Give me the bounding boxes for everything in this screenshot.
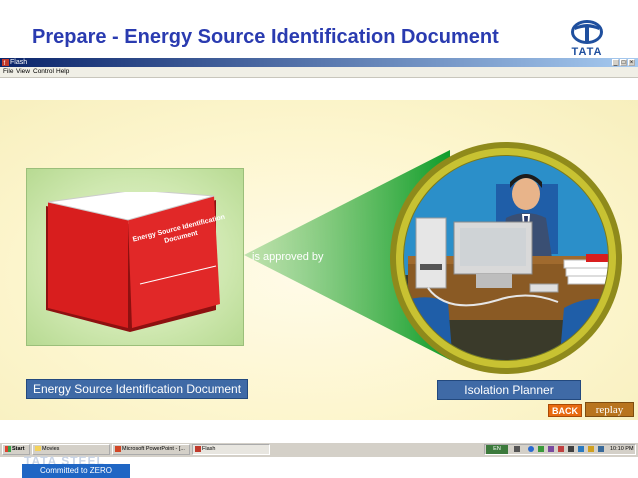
flash-app-icon: [195, 445, 201, 452]
volume-icon[interactable]: [514, 446, 520, 452]
footer-brand: TATA STEEL: [24, 456, 105, 464]
tray-app-icon[interactable]: [538, 446, 544, 452]
taskbar-item-movies[interactable]: Movies: [32, 444, 110, 455]
taskbar-item-label: Flash: [202, 446, 216, 452]
taskbar-item-label: Movies: [42, 446, 60, 452]
tray-app-icon[interactable]: [588, 446, 594, 452]
language-indicator[interactable]: EN: [486, 445, 508, 454]
tray-app-icon[interactable]: [568, 446, 574, 452]
network-icon[interactable]: [528, 446, 534, 452]
replay-button[interactable]: replay: [585, 402, 634, 417]
commitment-banner: Committed to ZERO: [22, 464, 130, 478]
windows-start-icon: [5, 445, 11, 452]
tray-app-icon[interactable]: [558, 446, 564, 452]
planner-label: Isolation Planner: [437, 380, 581, 400]
start-label: Start: [12, 446, 25, 452]
powerpoint-icon: [115, 445, 121, 452]
back-button[interactable]: BACK: [548, 404, 582, 417]
taskbar-item-powerpoint[interactable]: Microsoft PowerPoint - [...: [112, 444, 190, 455]
tray-app-icon[interactable]: [598, 446, 604, 452]
taskbar-item-flash[interactable]: Flash: [192, 444, 270, 455]
start-button[interactable]: Start: [2, 444, 30, 455]
tray-app-icon[interactable]: [548, 446, 554, 452]
taskbar-item-label: Microsoft PowerPoint - [...: [122, 446, 185, 452]
book-icon: [46, 192, 220, 332]
tray-app-icon[interactable]: [578, 446, 584, 452]
folder-icon: [35, 446, 41, 452]
isolation-planner-illustration: [390, 142, 622, 374]
document-label: Energy Source Identification Document: [26, 379, 248, 399]
approved-by-text: is approved by: [252, 251, 324, 263]
taskbar-clock: 10:10 PM: [610, 446, 634, 452]
